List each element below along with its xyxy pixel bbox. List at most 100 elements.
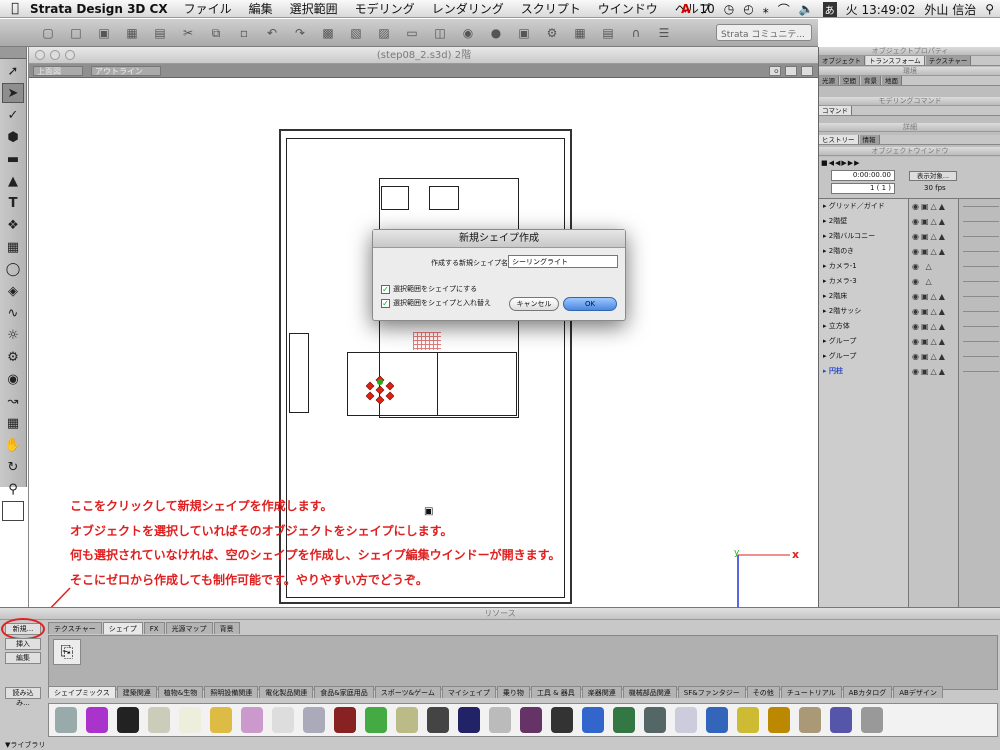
gear-shape-icon[interactable] [303,707,325,733]
can-icon[interactable] [489,707,511,733]
move-tool-icon[interactable]: ➚ [2,61,24,81]
wifi-icon[interactable]: ⌒ [778,1,790,18]
grid-tool-icon[interactable]: ▦ [2,413,24,433]
time-machine-icon[interactable]: ◴ [743,2,753,16]
menu-file[interactable]: ファイル [184,0,232,17]
ball-icon[interactable] [520,707,542,733]
camera-marker-icon[interactable]: ▣ [424,506,433,517]
select-tool-icon[interactable]: ➤ [2,83,24,103]
gear-tool-icon[interactable]: ⚙ [2,347,24,367]
paint-tool-icon[interactable]: ▲ [2,171,24,191]
tab-space[interactable]: 空間 [840,76,860,85]
fly-icon[interactable] [582,707,604,733]
tab-fx[interactable]: FX [143,622,165,634]
bracelet-icon[interactable] [458,707,480,733]
tab-history[interactable]: ヒストリー [819,135,859,144]
view-quad-icon[interactable] [801,66,813,76]
checkbox-row-1[interactable]: ✓ 選択範囲をシェイプにする [381,284,477,294]
view-dropdown[interactable]: 上面図 [33,66,83,76]
snap-icon[interactable]: ▤ [600,26,616,40]
list-item[interactable]: ▸ カメラ-3 [819,274,908,289]
figure-icon[interactable] [613,707,635,733]
list-item[interactable]: ▸ 2階床 [819,289,908,304]
checkbox-selection-to-shape[interactable]: ✓ [381,284,390,294]
tab-command[interactable]: コマンド [819,106,852,115]
group-icon[interactable]: ▩ [320,26,336,40]
insert-button[interactable]: 挿入 [5,638,41,650]
visibility-icons[interactable]: ◉▣△▲ [909,349,958,364]
menu-selection[interactable]: 選択範囲 [290,0,338,17]
bluetooth-icon[interactable]: ⁎ [763,2,769,16]
library-tab[interactable]: マイシェイプ [441,686,496,698]
list-item[interactable]: ▸ グリッド／ガイド [819,199,908,214]
display-target-button[interactable]: 表示対象... [909,171,957,181]
bowl-icon[interactable] [179,707,201,733]
visibility-icons[interactable]: ◉▣△▲ [909,304,958,319]
zoom-tool-icon[interactable]: ⚲ [2,479,24,499]
list-item[interactable]: ▸ 2階壁 [819,214,908,229]
import-icon[interactable]: ▦ [124,26,140,40]
library-tab[interactable]: スポーツ&ゲーム [374,686,441,698]
tab-background[interactable]: 背景 [861,76,881,85]
library-tab[interactable]: SF&ファンタジー [677,686,746,698]
app-name-menu[interactable]: Strata Design 3D CX [30,2,168,16]
volume-icon[interactable]: 🔈 [799,2,814,16]
sculpt-tool-icon[interactable]: ❖ [2,215,24,235]
menu-window[interactable]: ウインドウ [598,0,658,17]
list-item[interactable]: ▸ カメラ-1 [819,259,908,274]
egg-icon[interactable] [675,707,697,733]
library-tab[interactable]: 機械部品関連 [622,686,677,698]
checkbox-row-2[interactable]: ✓ 選択範囲をシェイプと入れ替え [381,298,491,308]
zoom-button[interactable] [65,50,75,60]
render-mode-dropdown[interactable]: アウトライン [91,66,161,76]
light-tool-icon[interactable]: ☼ [2,325,24,345]
text-tool-icon[interactable]: T [2,193,24,213]
visibility-icons[interactable]: ◉▣△▲ [909,364,958,379]
layers-icon[interactable]: ☰ [656,26,672,40]
minimize-button[interactable] [50,50,60,60]
timeline-tracks[interactable] [959,199,1000,607]
path-tool-icon[interactable]: ∿ [2,303,24,323]
list-item[interactable]: ▸ 2階サッシ [819,304,908,319]
visibility-icons[interactable]: ◉▣△▲ [909,229,958,244]
tab-light[interactable]: 光源 [819,76,839,85]
cushion-icon[interactable] [86,707,108,733]
library-tab[interactable]: チュートリアル [780,686,842,698]
close-button[interactable] [35,50,45,60]
visibility-icons[interactable]: ◉▣△▲ [909,334,958,349]
grid-icon[interactable]: ▦ [572,26,588,40]
statue-icon[interactable] [55,707,77,733]
photoshop-icon[interactable]: ▤ [152,26,168,40]
visibility-icons[interactable]: ◉ △ [909,259,958,274]
chair-shape-icon[interactable]: ⎘ [53,639,81,665]
cv-icon[interactable]: ▣ [516,26,532,40]
cut-icon[interactable]: ✂ [180,26,196,40]
adobe-icon[interactable]: A [681,2,690,16]
library-tab[interactable]: 照明設備関連 [204,686,259,698]
tab-textures[interactable]: テクスチャー [48,622,102,634]
magnet-icon[interactable]: ∩ [628,26,644,40]
robot-icon[interactable] [241,707,263,733]
fps-label[interactable]: 30 fps [924,184,946,192]
rectangle-tool-icon[interactable]: ▬ [2,149,24,169]
library-tab[interactable]: 工具 & 器具 [530,686,581,698]
visibility-icons[interactable]: ◉▣△▲ [909,214,958,229]
toaster-icon[interactable] [427,707,449,733]
bucket-icon[interactable] [861,707,883,733]
list-item[interactable]: ▸ グループ [819,334,908,349]
spheres-icon[interactable] [148,707,170,733]
tank-icon[interactable] [365,707,387,733]
menu-modeling[interactable]: モデリング [355,0,415,17]
edit-button[interactable]: 編集 [5,652,41,664]
visibility-icons[interactable]: ◉▣△▲ [909,199,958,214]
ceiling-light-selection[interactable] [365,375,395,405]
globe-icon[interactable] [768,707,790,733]
trumpet-icon[interactable] [396,707,418,733]
input-method-icon[interactable]: あ [822,1,837,17]
ring-icon[interactable] [272,707,294,733]
hand-tool-icon[interactable]: ✋ [2,435,24,455]
camera-icon[interactable]: ◉ [460,26,476,40]
cancel-button[interactable]: キャンセル [509,297,559,311]
menu-edit[interactable]: 編集 [249,0,273,17]
extrude-tool-icon[interactable]: ▦ [2,237,24,257]
